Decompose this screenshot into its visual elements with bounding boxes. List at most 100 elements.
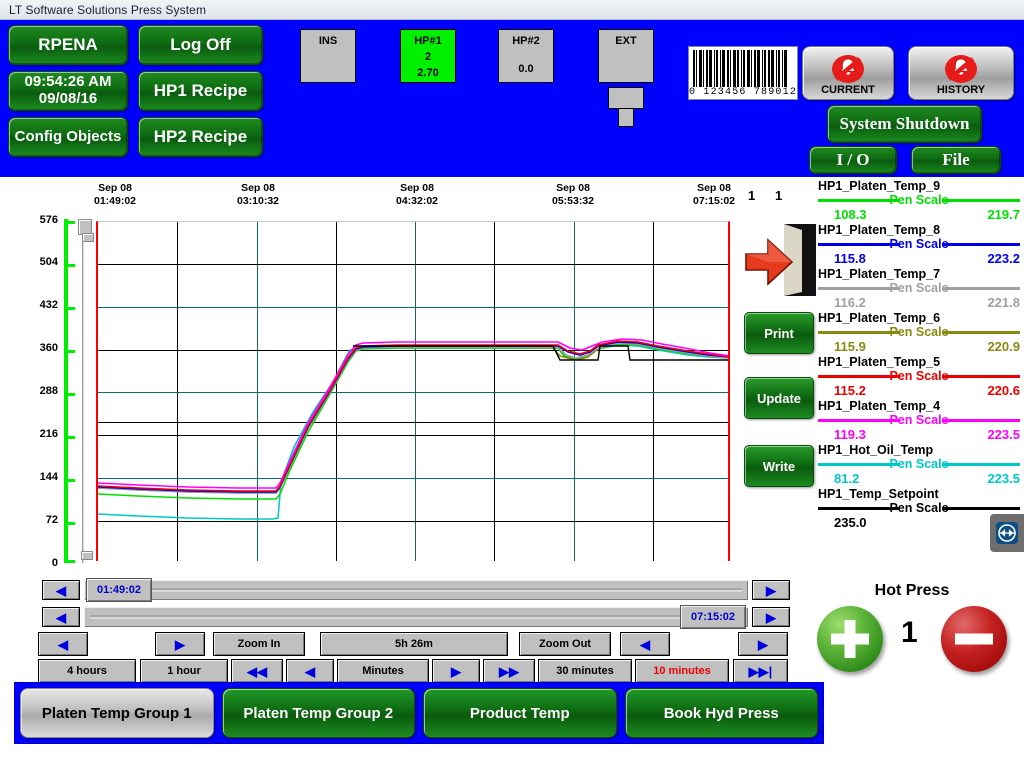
- scroll-groove: [90, 615, 742, 619]
- preset-4-hours-button[interactable]: 4 hours: [38, 659, 136, 683]
- pen-scale-label: Pen Scale: [889, 237, 949, 251]
- status-box-ext[interactable]: EXT: [598, 29, 654, 83]
- write-button[interactable]: Write: [744, 445, 814, 487]
- scrollbar-thumb-bottom[interactable]: [81, 551, 93, 560]
- trace-platen-temp-7: [98, 342, 728, 494]
- pen-values: 119.3 223.5: [818, 427, 1020, 442]
- step-right-button[interactable]: ▶: [738, 632, 788, 656]
- tab-platen-temp-group-2[interactable]: Platen Temp Group 2: [221, 688, 415, 738]
- preset-10-minutes-button[interactable]: 10 minutes: [635, 659, 729, 683]
- pen-legend-item-hp1-platen-temp-6[interactable]: HP1_Platen_Temp_6 Pen Scale 115.9 220.9: [816, 311, 1024, 356]
- preset-30-minutes-button[interactable]: 30 minutes: [538, 659, 632, 683]
- time-span-display[interactable]: 5h 26m: [320, 632, 508, 656]
- y-tick-360: 360: [39, 342, 58, 354]
- scrollbar-trough: [82, 219, 84, 563]
- scroll-end-time-thumb[interactable]: 07:15:02: [680, 605, 746, 629]
- fast-forward-button[interactable]: ▶▶: [483, 659, 535, 683]
- y-axis-tick: [68, 522, 75, 525]
- barcode-bars: [689, 47, 797, 87]
- remote-support-icon[interactable]: [990, 514, 1024, 552]
- pen-legend-item-hp1-platen-temp-4[interactable]: HP1_Platen_Temp_4 Pen Scale 119.3 223.5: [816, 399, 1024, 444]
- file-button[interactable]: File: [911, 146, 1001, 174]
- increment-press-button[interactable]: [817, 606, 883, 672]
- rpena-button[interactable]: RPENA: [8, 25, 128, 65]
- y-tick-504: 504: [39, 256, 58, 268]
- scroll-right-button-bottom[interactable]: ▶: [752, 607, 790, 627]
- pen-legend-item-hp1-platen-temp-9[interactable]: HP1_Platen_Temp_9 Pen Scale 108.3 219.7: [816, 179, 1024, 224]
- hp2-recipe-button[interactable]: HP2 Recipe: [138, 117, 263, 157]
- alarm-history-button[interactable]: HISTORY: [908, 46, 1014, 100]
- scroll-start-time-thumb[interactable]: 01:49:02: [86, 578, 152, 602]
- scroll-left-button-top[interactable]: ◀: [42, 580, 80, 600]
- status-box-ins[interactable]: INS: [300, 29, 356, 83]
- pen-legend-item-hp1-hot-oil-temp[interactable]: HP1_Hot_Oil_Temp Pen Scale 81.2 223.5: [816, 443, 1024, 488]
- update-button[interactable]: Update: [744, 377, 814, 419]
- current-alarms-button[interactable]: CURRENT: [802, 46, 894, 100]
- pan-left-button[interactable]: ◀: [38, 632, 88, 656]
- chart-vertical-scrollbar[interactable]: [78, 219, 94, 563]
- pen-legend-item-hp1-platen-temp-7[interactable]: HP1_Platen_Temp_7 Pen Scale 116.2 221.8: [816, 267, 1024, 312]
- pen-scale-label: Pen Scale: [889, 325, 949, 339]
- chart-plot-area[interactable]: [96, 221, 730, 561]
- y-axis-line: [64, 219, 68, 563]
- step-left-button[interactable]: ◀: [620, 632, 670, 656]
- back-button[interactable]: ◀: [286, 659, 334, 683]
- io-button[interactable]: I / O: [809, 146, 897, 174]
- pen-name: HP1_Temp_Setpoint: [818, 487, 939, 501]
- pen-low-value: 235.0: [834, 515, 867, 530]
- preset-1-hour-button[interactable]: 1 hour: [140, 659, 228, 683]
- scroll-right-button-top[interactable]: ▶: [752, 580, 790, 600]
- pen-low-value: 108.3: [834, 207, 867, 222]
- pen-name: HP1_Platen_Temp_6: [818, 311, 941, 325]
- tab-platen-temp-group-1[interactable]: Platen Temp Group 1: [20, 688, 214, 738]
- decrement-press-button[interactable]: [941, 606, 1007, 672]
- status-box-hp1-title: HP#1: [414, 35, 442, 47]
- forward-button[interactable]: ▶: [432, 659, 480, 683]
- time-scroll-track-bottom[interactable]: [84, 607, 748, 627]
- y-axis-tick: [68, 221, 75, 224]
- print-button[interactable]: Print: [744, 312, 814, 354]
- pen-high-value: 220.6: [987, 383, 1020, 398]
- exit-door-icon[interactable]: [744, 222, 818, 298]
- status-box-hp2-value: 0.0: [518, 63, 534, 75]
- fast-back-button[interactable]: ◀◀: [231, 659, 283, 683]
- trace-platen-temp-6: [98, 342, 728, 494]
- pan-right-button[interactable]: ▶: [155, 632, 205, 656]
- scroll-left-button-bottom[interactable]: ◀: [42, 607, 80, 627]
- pen-legend-item-hp1-platen-temp-8[interactable]: HP1_Platen_Temp_8 Pen Scale 115.8 223.2: [816, 223, 1024, 268]
- right-arrow-icon: ▶: [451, 663, 461, 679]
- time-label-1: Sep 08 03:10:32: [236, 182, 280, 208]
- tab-book-hyd-press[interactable]: Book Hyd Press: [624, 688, 818, 738]
- pen-high-value: 223.2: [987, 251, 1020, 266]
- window-title: LT Software Solutions Press System: [9, 2, 207, 17]
- zoom-in-button[interactable]: Zoom In: [213, 632, 305, 656]
- hp1-recipe-button[interactable]: HP1 Recipe: [138, 71, 263, 111]
- ext-plunger-stem: [618, 109, 634, 127]
- status-box-hp2[interactable]: HP#2 0.0: [498, 29, 554, 83]
- config-objects-button[interactable]: Config Objects: [8, 117, 128, 157]
- clock-button[interactable]: 09:54:26 AM 09/08/16: [8, 71, 128, 111]
- pen-legend-item-hp1-platen-temp-5[interactable]: HP1_Platen_Temp_5 Pen Scale 115.2 220.6: [816, 355, 1024, 400]
- y-axis-tick: [68, 264, 75, 267]
- tab-product-temp[interactable]: Product Temp: [423, 688, 617, 738]
- log-off-button[interactable]: Log Off: [138, 25, 263, 65]
- y-axis-tick: [68, 307, 75, 310]
- pen-scale-label: Pen Scale: [889, 369, 949, 383]
- pen-scale-row: Pen Scale: [818, 458, 1020, 471]
- system-shutdown-button[interactable]: System Shutdown: [827, 105, 982, 143]
- scrollbar-thumb-small[interactable]: [82, 233, 94, 242]
- pen-scale-row: Pen Scale: [818, 414, 1020, 427]
- trace-platen-temp-4: [98, 338, 728, 489]
- time-scroll-track-top[interactable]: [84, 580, 748, 600]
- y-axis-tick: [68, 350, 75, 353]
- left-arrow-icon: ◀: [56, 582, 66, 598]
- status-box-ins-title: INS: [318, 35, 338, 47]
- preset-minutes-button[interactable]: Minutes: [337, 659, 429, 683]
- zoom-out-button[interactable]: Zoom Out: [519, 632, 611, 656]
- status-box-hp1[interactable]: HP#1 2 2.70: [400, 29, 456, 83]
- pen-scale-label: Pen Scale: [889, 457, 949, 471]
- y-tick-72: 72: [45, 514, 58, 526]
- jump-to-end-button[interactable]: ▶▶|: [733, 659, 788, 683]
- left-arrow-icon: ◀: [58, 636, 68, 652]
- pen-name: HP1_Platen_Temp_5: [818, 355, 941, 369]
